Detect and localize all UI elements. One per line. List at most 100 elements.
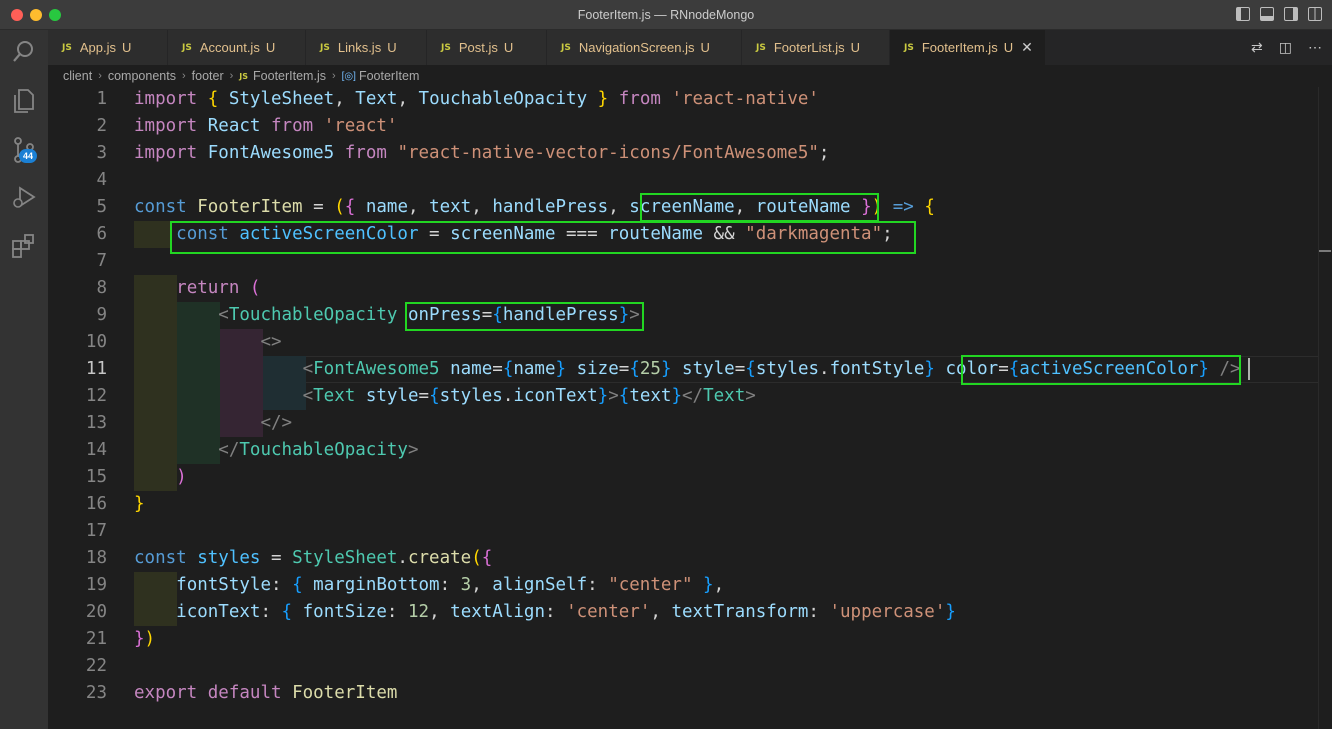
line-number: 23 (85, 683, 107, 703)
tab-label: Post.js (458, 40, 498, 55)
code-line: 22 (48, 653, 1318, 680)
line-number: 19 (85, 575, 107, 595)
line-number: 9 (96, 305, 107, 325)
code-line: 2 import React from 'react' (48, 113, 1318, 140)
code-text: import FontAwesome5 from "react-native-v… (134, 143, 830, 163)
line-number: 13 (85, 413, 107, 433)
code-line: 17 (48, 518, 1318, 545)
javascript-file-icon: JS (441, 42, 451, 53)
code-line: 1 import { StyleSheet, Text, TouchableOp… (48, 86, 1318, 113)
line-number: 14 (85, 440, 107, 460)
search-icon[interactable] (10, 38, 38, 66)
open-changes-icon[interactable]: ⇄ (1251, 39, 1263, 56)
breadcrumb-footer[interactable]: footer (192, 69, 224, 83)
line-number: 1 (96, 89, 107, 109)
code-line: 13 </> (48, 410, 1318, 437)
breadcrumb-components[interactable]: components (108, 69, 176, 83)
breadcrumb-client[interactable]: client (63, 69, 92, 83)
run-debug-icon[interactable] (10, 183, 38, 211)
chevron-right-icon: › (181, 70, 186, 82)
line-number: 21 (85, 629, 107, 649)
untracked-marker: U (1003, 40, 1014, 55)
tab-footeritem-js[interactable]: JS FooterItem.js U ✕ (890, 30, 1046, 65)
scrollbar-position-marker (1319, 250, 1331, 252)
highlight-screenname-routename (640, 193, 879, 222)
untracked-marker: U (850, 40, 861, 55)
code-line: 3 import FontAwesome5 from "react-native… (48, 140, 1318, 167)
breadcrumb-symbol[interactable]: FooterItem (359, 69, 419, 83)
line-number: 15 (85, 467, 107, 487)
untracked-marker: U (503, 40, 514, 55)
toggle-secondary-sidebar-icon[interactable] (1284, 7, 1298, 21)
split-editor-icon[interactable]: ◫ (1279, 39, 1292, 56)
code-text: import React from 'react' (134, 116, 398, 136)
line-number: 11 (85, 359, 107, 379)
code-line: 18 const styles = StyleSheet.create({ (48, 545, 1318, 572)
line-number: 12 (85, 386, 107, 406)
javascript-file-icon: JS (561, 42, 571, 53)
line-number: 10 (85, 332, 107, 352)
highlight-color-prop (961, 355, 1241, 385)
text-cursor (1248, 358, 1250, 380)
code-line: 14 </TouchableOpacity> (48, 437, 1318, 464)
code-text: <Text style={styles.iconText}>{text}</Te… (302, 386, 756, 406)
breadcrumb-file[interactable]: FooterItem.js (253, 69, 326, 83)
untracked-marker: U (121, 40, 132, 55)
code-text: iconText: { fontSize: 12, textAlign: 'ce… (176, 602, 956, 622)
tab-links-js[interactable]: JS Links.js U (306, 30, 427, 65)
window-title: FooterItem.js — RNnodeMongo (577, 8, 755, 22)
code-line: 10 <> (48, 329, 1318, 356)
more-actions-icon[interactable]: ⋯ (1308, 39, 1322, 56)
editor-tabs: JS App.js U JS Account.js U JS Links.js … (48, 30, 1332, 65)
symbol-variable-icon: [◎] (341, 70, 356, 82)
tab-label: Links.js (337, 40, 382, 55)
code-text: }) (134, 629, 156, 649)
chevron-right-icon: › (331, 70, 336, 82)
line-number: 22 (85, 656, 107, 676)
line-number: 8 (96, 278, 107, 298)
tab-label: Account.js (199, 40, 260, 55)
javascript-file-icon: JS (182, 42, 192, 53)
code-line: 23 export default FooterItem (48, 680, 1318, 707)
code-line: 15 ) (48, 464, 1318, 491)
tab-footerlist-js[interactable]: JS FooterList.js U (742, 30, 890, 65)
editor-scrollbar[interactable] (1318, 87, 1332, 729)
untracked-marker: U (265, 40, 276, 55)
line-number: 2 (96, 116, 107, 136)
title-bar: FooterItem.js — RNnodeMongo (0, 0, 1332, 30)
layout-controls (1236, 7, 1322, 21)
line-number: 4 (96, 170, 107, 190)
line-number: 7 (96, 251, 107, 271)
explorer-files-icon[interactable] (10, 87, 38, 115)
code-text: return ( (176, 278, 261, 298)
tab-app-js[interactable]: JS App.js U (48, 30, 168, 65)
code-line: 19 fontStyle: { marginBottom: 3, alignSe… (48, 572, 1318, 599)
code-text: fontStyle: { marginBottom: 3, alignSelf:… (176, 575, 725, 595)
toggle-panel-icon[interactable] (1260, 7, 1274, 21)
code-line: 12 <Text style={styles.iconText}>{text}<… (48, 383, 1318, 410)
code-text: </> (260, 413, 293, 433)
code-line: 4 (48, 167, 1318, 194)
untracked-marker: U (700, 40, 710, 55)
breadcrumb: client › components › footer › JS Footer… (48, 65, 1332, 87)
tab-navigationscreen-js[interactable]: JS NavigationScreen.js U (547, 30, 742, 65)
line-number: 3 (96, 143, 107, 163)
highlight-active-screen-color (170, 221, 916, 254)
close-tab-icon[interactable]: ✕ (1021, 39, 1033, 56)
tab-account-js[interactable]: JS Account.js U (168, 30, 306, 65)
javascript-file-icon: JS (904, 42, 914, 53)
javascript-file-icon: JS (320, 42, 330, 53)
tab-actions: ⇄ ◫ ⋯ (1251, 39, 1322, 56)
toggle-sidebar-icon[interactable] (1236, 7, 1250, 21)
tab-label: FooterList.js (773, 40, 845, 55)
code-line: 20 iconText: { fontSize: 12, textAlign: … (48, 599, 1318, 626)
extensions-icon[interactable] (10, 232, 38, 260)
customize-layout-icon[interactable] (1308, 7, 1322, 21)
highlight-onpress (405, 302, 644, 331)
tab-label: FooterItem.js (921, 40, 998, 55)
javascript-file-icon: JS (756, 42, 766, 53)
code-text: import { StyleSheet, Text, TouchableOpac… (134, 89, 819, 109)
tab-post-js[interactable]: JS Post.js U (427, 30, 547, 65)
javascript-file-icon: JS (62, 42, 72, 53)
javascript-file-icon: JS (239, 71, 249, 81)
